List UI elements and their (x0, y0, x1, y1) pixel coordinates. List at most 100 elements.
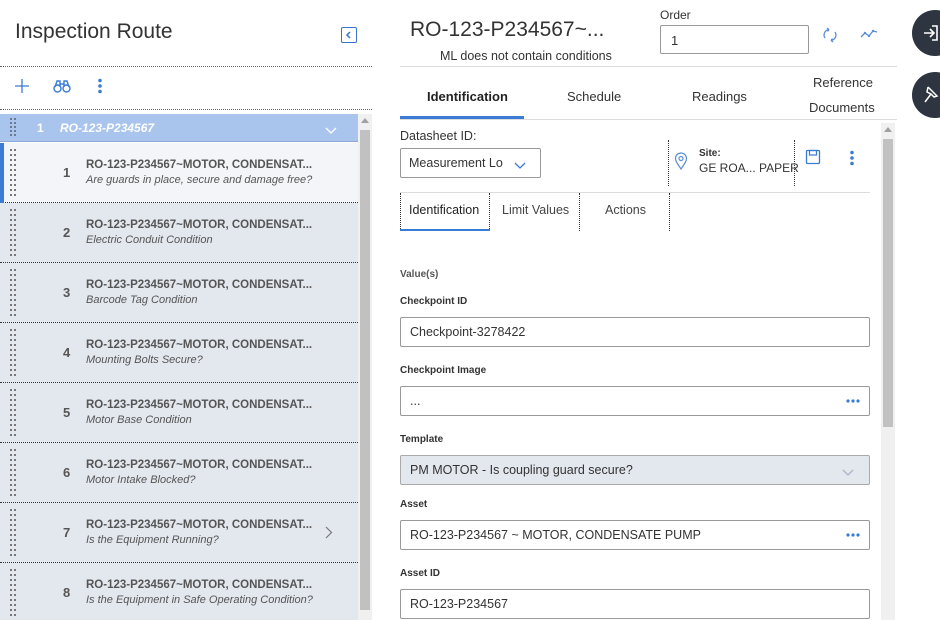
item-subtitle: Motor Base Condition (86, 414, 192, 426)
active-tab-indicator (400, 116, 524, 119)
drag-handle-icon[interactable] (10, 209, 16, 262)
page-title: RO-123-P234567~... (410, 18, 605, 41)
item-subtitle: Motor Intake Blocked? (86, 474, 196, 486)
datasheet-label: Datasheet ID: (400, 129, 477, 143)
divider (400, 193, 401, 231)
subtab-actions[interactable]: Actions (605, 203, 646, 217)
divider (668, 140, 669, 186)
scrollbar-thumb[interactable] (360, 130, 370, 610)
horizontal-ellipsis-icon[interactable] (845, 395, 861, 409)
horizontal-ellipsis-icon[interactable] (845, 529, 861, 543)
vertical-ellipsis-icon[interactable] (96, 78, 104, 99)
asset-label: Asset (400, 499, 428, 510)
item-number: 1 (63, 165, 71, 180)
item-subtitle: Is the Equipment in Safe Operating Condi… (86, 594, 313, 606)
app-window: Inspection Route 1 RO-123-P234567 1 RO-1… (0, 0, 940, 620)
section-label: Value(s) (400, 269, 439, 280)
checkpoint-image-field[interactable]: ... (400, 386, 870, 416)
checkpoint-id-field[interactable]: Checkpoint-3278422 (400, 317, 870, 347)
template-label: Template (400, 434, 444, 445)
list-item[interactable]: 4 RO-123-P234567~MOTOR, CONDENSAT... Mou… (0, 323, 358, 383)
navigate-button[interactable] (912, 10, 940, 56)
divider (489, 193, 490, 231)
scroll-up-icon[interactable] (884, 127, 892, 132)
scroll-up-icon[interactable] (361, 118, 369, 123)
list-item[interactable]: 6 RO-123-P234567~MOTOR, CONDENSAT... Mot… (0, 443, 358, 503)
list-item[interactable]: 8 RO-123-P234567~MOTOR, CONDENSAT... Is … (0, 563, 358, 620)
collapse-pane-icon[interactable] (341, 27, 357, 43)
route-label: RO-123-P234567 (60, 121, 155, 135)
item-title: RO-123-P234567~MOTOR, CONDENSAT... (86, 339, 313, 351)
detail-scrollbar[interactable] (881, 123, 895, 620)
item-title: RO-123-P234567~MOTOR, CONDENSAT... (86, 159, 313, 171)
drag-handle-icon[interactable] (10, 509, 16, 562)
chevron-right-icon[interactable] (325, 526, 333, 544)
drag-handle-icon[interactable] (10, 329, 16, 382)
divider (669, 193, 670, 231)
list-item[interactable]: 7 RO-123-P234567~MOTOR, CONDENSAT... Is … (0, 503, 358, 563)
drag-handle-icon[interactable] (10, 269, 16, 322)
tab-schedule[interactable]: Schedule (567, 89, 621, 104)
subtab-identification[interactable]: Identification (409, 203, 479, 217)
item-title: RO-123-P234567~MOTOR, CONDENSAT... (86, 579, 313, 591)
save-icon[interactable] (805, 149, 821, 170)
item-number: 2 (63, 225, 71, 240)
order-field[interactable]: 1 (660, 25, 809, 54)
pin-button[interactable] (912, 72, 940, 118)
checkpoint-image-label: Checkpoint Image (400, 365, 487, 376)
checkpoint-image-value: ... (410, 394, 421, 408)
template-select: PM MOTOR - Is coupling guard secure? (400, 455, 870, 485)
tab-documents-label[interactable]: Documents (809, 100, 875, 115)
list-item[interactable]: 2 RO-123-P234567~MOTOR, CONDENSAT... Ele… (0, 203, 358, 263)
item-subtitle: Is the Equipment Running? (86, 534, 219, 546)
detail-tabs: Identification Schedule Readings Referen… (400, 66, 897, 120)
binoculars-icon[interactable] (53, 78, 71, 99)
drag-handle-icon[interactable] (10, 449, 16, 502)
drag-handle-icon[interactable] (10, 149, 16, 202)
vertical-ellipsis-icon[interactable] (849, 150, 855, 171)
list-item[interactable]: 1 RO-123-P234567~MOTOR, CONDENSAT... Are… (0, 143, 358, 203)
tab-readings[interactable]: Readings (692, 89, 747, 104)
subtab-limit-values[interactable]: Limit Values (502, 203, 569, 217)
item-title: RO-123-P234567~MOTOR, CONDENSAT... (86, 279, 313, 291)
tab-identification[interactable]: Identification (427, 89, 508, 104)
route-number: 1 (37, 121, 44, 135)
item-number: 6 (63, 465, 71, 480)
checkpoint-detail-pane: RO-123-P234567~... ML does not contain c… (400, 0, 900, 620)
item-subtitle: Mounting Bolts Secure? (86, 354, 203, 366)
item-number: 8 (63, 585, 71, 600)
trend-chart-icon[interactable] (860, 27, 878, 46)
item-subtitle: Electric Conduit Condition (86, 234, 213, 246)
active-subtab-indicator (400, 229, 490, 231)
tab-reference-label[interactable]: Reference (813, 75, 873, 90)
chevron-down-icon[interactable] (325, 122, 337, 140)
site-value: GE ROA... PAPER (699, 161, 799, 175)
item-number: 4 (63, 345, 71, 360)
item-title: RO-123-P234567~MOTOR, CONDENSAT... (86, 459, 313, 471)
datasheet-value: Measurement Lo (409, 156, 503, 170)
item-subtitle: Are guards in place, secure and damage f… (86, 174, 313, 186)
plus-icon[interactable] (14, 78, 30, 99)
drag-handle-icon[interactable] (10, 118, 16, 143)
divider (579, 193, 580, 231)
item-number: 3 (63, 285, 71, 300)
chevron-down-icon (514, 159, 526, 173)
asset-id-field[interactable]: RO-123-P234567 (400, 589, 870, 619)
refresh-icon[interactable] (821, 26, 839, 49)
pin-icon (924, 86, 939, 103)
drag-handle-icon[interactable] (10, 569, 16, 620)
item-title: RO-123-P234567~MOTOR, CONDENSAT... (86, 399, 313, 411)
list-scrollbar[interactable] (358, 114, 372, 620)
datasheet-select[interactable]: Measurement Lo (400, 148, 541, 178)
scrollbar-thumb[interactable] (883, 139, 893, 427)
chevron-down-icon (842, 466, 854, 480)
item-title: RO-123-P234567~MOTOR, CONDENSAT... (86, 219, 313, 231)
list-item[interactable]: 5 RO-123-P234567~MOTOR, CONDENSAT... Mot… (0, 383, 358, 443)
route-header-row[interactable]: 1 RO-123-P234567 (0, 114, 358, 142)
list-item[interactable]: 3 RO-123-P234567~MOTOR, CONDENSAT... Bar… (0, 263, 358, 323)
item-subtitle: Barcode Tag Condition (86, 294, 198, 306)
drag-handle-icon[interactable] (10, 389, 16, 442)
asset-field[interactable]: RO-123-P234567 ~ MOTOR, CONDENSATE PUMP (400, 520, 870, 550)
login-arrow-icon (924, 25, 938, 41)
divider (400, 192, 870, 193)
